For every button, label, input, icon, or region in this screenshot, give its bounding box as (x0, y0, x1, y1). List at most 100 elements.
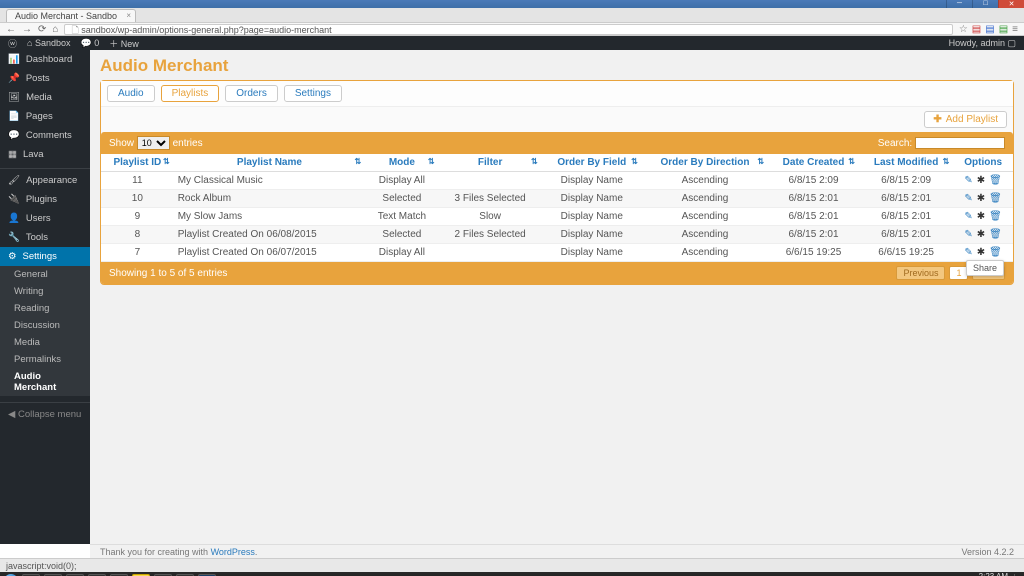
plus-icon: ✚ (933, 114, 941, 125)
tab-orders[interactable]: Orders (225, 85, 278, 102)
sidebar-subitem-general[interactable]: General (0, 266, 90, 283)
chrome-ext-icon[interactable]: ▤ (999, 24, 1008, 35)
col-playlist-name[interactable]: Playlist Name⇅ (174, 154, 365, 172)
sidebar-subitem-writing[interactable]: Writing (0, 283, 90, 300)
reload-icon[interactable]: ⟳ (38, 24, 46, 35)
sort-icon: ⇅ (631, 157, 638, 166)
cell-modified: 6/8/15 2:01 (859, 208, 953, 226)
sidebar-subitem-audio-merchant[interactable]: Audio Merchant (0, 368, 90, 396)
col-date-created[interactable]: Date Created⇅ (768, 154, 859, 172)
share-icon[interactable]: ✱ (977, 247, 985, 258)
cell-name: My Slow Jams (174, 208, 365, 226)
window-minimize-button[interactable]: ─ (946, 0, 972, 8)
edit-icon[interactable]: ✎ (964, 247, 972, 258)
col-filter[interactable]: Filter⇅ (439, 154, 542, 172)
wp-content: Audio Merchant Audio Playlists Orders Setti… (90, 50, 1024, 544)
pager-prev[interactable]: Previous (896, 266, 945, 280)
sidebar-item-appearance[interactable]: 🖌Appearance (0, 168, 90, 190)
menu-label: Tools (26, 232, 48, 243)
comments-link[interactable]: 💬 0 (81, 38, 100, 49)
sidebar-subitem-media[interactable]: Media (0, 334, 90, 351)
edit-icon[interactable]: ✎ (964, 229, 972, 240)
sidebar-item-pages[interactable]: 📄Pages (0, 107, 90, 126)
table-row: 11My Classical MusicDisplay AllDisplay N… (101, 172, 1013, 190)
address-bar[interactable]: 🗋 sandbox/wp-admin/options-general.php?p… (64, 24, 952, 35)
sidebar-item-users[interactable]: 👤Users (0, 209, 90, 228)
edit-icon[interactable]: ✎ (964, 211, 972, 222)
sidebar-item-settings[interactable]: ⚙Settings (0, 247, 90, 266)
delete-icon[interactable]: 🗑 (989, 247, 1002, 258)
show-label-pre: Show (109, 138, 134, 149)
chrome-ext-icon[interactable]: ▤ (972, 24, 981, 35)
sidebar-item-posts[interactable]: 📌Posts (0, 69, 90, 88)
cell-created: 6/6/15 19:25 (768, 244, 859, 262)
cell-order-field: Display Name (542, 190, 642, 208)
cell-created: 6/8/15 2:01 (768, 190, 859, 208)
sidebar-item-comments[interactable]: 💬Comments (0, 126, 90, 145)
footer-wordpress-link[interactable]: WordPress (211, 547, 255, 557)
browser-statusbar: javascript:void(0); (0, 558, 1024, 572)
table-row: 7Playlist Created On 06/07/2015Display A… (101, 244, 1013, 262)
edit-icon[interactable]: ✎ (964, 175, 972, 186)
col-last-modified[interactable]: Last Modified⇅ (859, 154, 953, 172)
cell-created: 6/8/15 2:01 (768, 226, 859, 244)
tab-playlists[interactable]: Playlists (161, 85, 220, 102)
site-link[interactable]: ⌂ Sandbox (27, 38, 70, 48)
sidebar-item-plugins[interactable]: 🔌Plugins (0, 190, 90, 209)
share-icon[interactable]: ✱ (977, 211, 985, 222)
howdy-link[interactable]: Howdy, admin ▢ (949, 38, 1016, 49)
sidebar-item-dashboard[interactable]: 📊Dashboard (0, 50, 90, 69)
col-mode[interactable]: Mode⇅ (365, 154, 438, 172)
sort-icon: ⇅ (163, 157, 170, 166)
window-close-button[interactable]: ✕ (998, 0, 1024, 8)
cell-modified: 6/8/15 2:01 (859, 190, 953, 208)
edit-icon[interactable]: ✎ (964, 193, 972, 204)
sidebar-item-lava[interactable]: ▦Lava (0, 145, 90, 164)
cell-options: ✎ ✱ 🗑 (953, 244, 1013, 262)
delete-icon[interactable]: 🗑 (989, 211, 1002, 222)
search-input[interactable] (915, 137, 1005, 149)
footer-version: Version 4.2.2 (961, 547, 1014, 557)
new-link[interactable]: ＋ New (109, 37, 139, 50)
entries-select[interactable]: 10 (137, 136, 170, 150)
col-order-by-field[interactable]: Order By Field⇅ (542, 154, 642, 172)
cell-created: 6/8/15 2:01 (768, 208, 859, 226)
chrome-ext-icon[interactable]: ▤ (985, 24, 994, 35)
tab-audio[interactable]: Audio (107, 85, 155, 102)
window-maximize-button[interactable]: □ (972, 0, 998, 8)
sidebar-item-tools[interactable]: 🔧 Tools (0, 228, 90, 247)
col-options[interactable]: Options (953, 154, 1013, 172)
share-icon[interactable]: ✱ (977, 175, 985, 186)
sidebar-subitem-reading[interactable]: Reading (0, 300, 90, 317)
cell-id: 10 (101, 190, 174, 208)
menu-label: Comments (26, 130, 72, 141)
delete-icon[interactable]: 🗑 (989, 175, 1002, 186)
share-icon[interactable]: ✱ (977, 193, 985, 204)
delete-icon[interactable]: 🗑 (989, 193, 1002, 204)
cell-filter (439, 172, 542, 190)
sidebar-subitem-permalinks[interactable]: Permalinks (0, 351, 90, 368)
collapse-menu[interactable]: ◀ Collapse menu (0, 402, 90, 426)
wordpress-icon[interactable]: ⓦ (8, 37, 17, 50)
close-tab-icon[interactable]: × (126, 11, 131, 20)
col-playlist-id[interactable]: Playlist ID⇅ (101, 154, 174, 172)
delete-icon[interactable]: 🗑 (989, 229, 1002, 240)
page-title: Audio Merchant (100, 56, 1014, 76)
menu-icon: 🔌 (8, 194, 20, 205)
share-icon[interactable]: ✱ (977, 229, 985, 240)
menu-icon: 🔧 (8, 232, 20, 243)
forward-icon[interactable]: → (22, 24, 32, 35)
cell-id: 7 (101, 244, 174, 262)
col-order-by-direction[interactable]: Order By Direction⇅ (642, 154, 768, 172)
tab-settings[interactable]: Settings (284, 85, 342, 102)
sidebar-subitem-discussion[interactable]: Discussion (0, 317, 90, 334)
audio-merchant-panel: Audio Playlists Orders Settings ✚ Add Playl… (100, 80, 1014, 285)
home-icon[interactable]: ⌂ (52, 24, 58, 35)
cell-mode: Display All (365, 172, 438, 190)
bookmark-icon[interactable]: ☆ (959, 24, 968, 35)
sidebar-item-media[interactable]: 🖼Media (0, 88, 90, 107)
chrome-menu-icon[interactable]: ≡ (1012, 24, 1018, 35)
add-playlist-button[interactable]: ✚ Add Playlist (924, 111, 1007, 128)
back-icon[interactable]: ← (6, 24, 16, 35)
browser-tab[interactable]: Audio Merchant - Sandbo × (6, 9, 136, 22)
